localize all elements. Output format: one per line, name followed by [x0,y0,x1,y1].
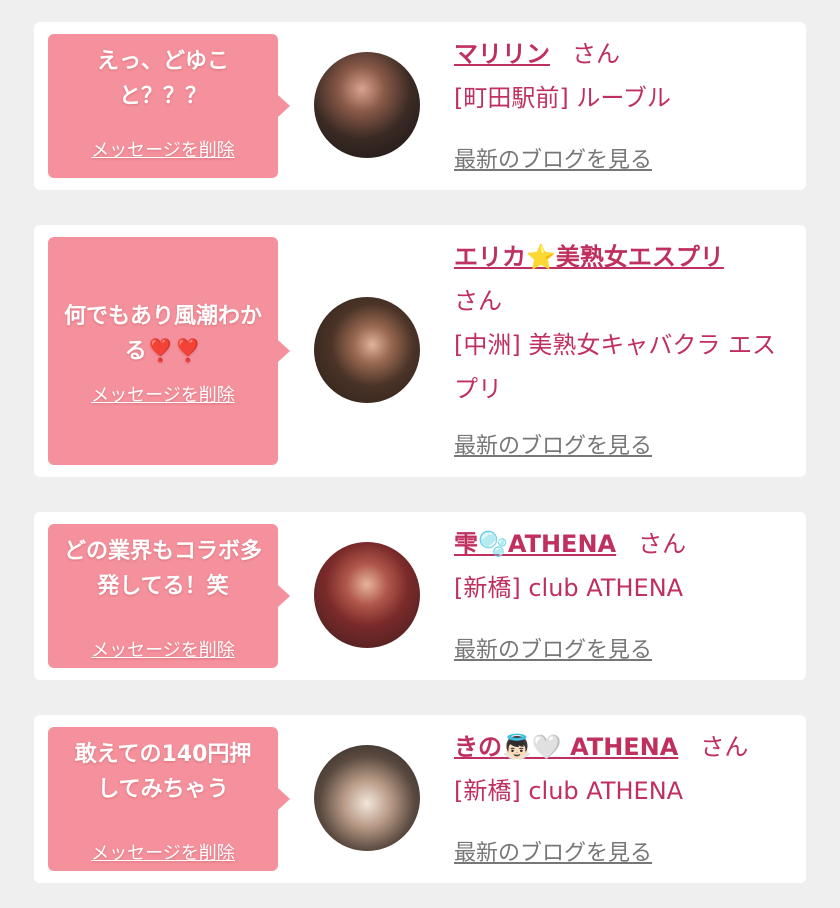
cast-name-link[interactable]: 雫🫧ATHENA [454,530,616,558]
name-line: 雫🫧ATHENA さん [454,522,790,566]
message-card: 敢えての140円押してみちゃう メッセージを削除 きの👼🏻🤍 ATHENA さん … [34,715,806,883]
honorific: さん [572,40,620,68]
name-line: マリリン さん [454,32,790,76]
shop-name: [町田駅前] ルーブル [454,84,671,112]
message-bubble: 敢えての140円押してみちゃう メッセージを削除 [48,727,290,871]
message-card: どの業界もコラボ多発してる！笑 メッセージを削除 雫🫧ATHENA さん [新橋]… [34,512,806,680]
cast-name-link[interactable]: きの👼🏻🤍 ATHENA [454,733,678,761]
shop-name: [中洲] 美熟女キャバクラ エスプリ [454,331,776,403]
avatar[interactable] [314,542,420,648]
blog-link[interactable]: 最新のブログを見る [454,428,652,460]
message-text: えっ、どゆこと？？？ [96,49,229,109]
delete-message-link[interactable]: メッセージを削除 [48,636,278,662]
message-bubble: どの業界もコラボ多発してる！笑 メッセージを削除 [48,524,290,668]
message-card: えっ、どゆこと？？？ メッセージを削除 マリリン さん [町田駅前] ルーブル 最… [34,22,806,190]
shop-name: [新橋] club ATHENA [454,777,684,805]
cast-info: 雫🫧ATHENA さん [新橋] club ATHENA [454,522,790,610]
message-text: 何でもあり風潮わかる❣️❣️ [63,304,262,364]
blog-link[interactable]: 最新のブログを見る [454,142,652,174]
name-line: きの👼🏻🤍 ATHENA さん [454,725,790,769]
cast-info: マリリン さん [町田駅前] ルーブル [454,32,790,120]
cast-name-link[interactable]: マリリン [454,40,550,68]
cast-name-link[interactable]: エリカ⭐美熟女エスプリ [454,243,724,271]
name-line: エリカ⭐美熟女エスプリ さん [454,235,790,323]
delete-message-link[interactable]: メッセージを削除 [48,136,278,162]
message-bubble: えっ、どゆこと？？？ メッセージを削除 [48,34,290,178]
shop-name: [新橋] club ATHENA [454,574,684,602]
delete-message-link[interactable]: メッセージを削除 [48,381,278,407]
honorific: さん [700,733,749,761]
message-text: どの業界もコラボ多発してる！笑 [63,539,262,599]
honorific: さん [454,287,502,315]
delete-message-link[interactable]: メッセージを削除 [48,839,278,865]
avatar[interactable] [314,52,420,158]
cast-info: きの👼🏻🤍 ATHENA さん [新橋] club ATHENA [454,725,790,813]
blog-link[interactable]: 最新のブログを見る [454,835,652,867]
avatar[interactable] [314,745,420,851]
cast-info: エリカ⭐美熟女エスプリ さん [中洲] 美熟女キャバクラ エスプリ [454,235,790,411]
message-bubble: 何でもあり風潮わかる❣️❣️ メッセージを削除 [48,237,290,465]
message-card: 何でもあり風潮わかる❣️❣️ メッセージを削除 エリカ⭐美熟女エスプリ さん [中… [34,225,806,477]
avatar[interactable] [314,297,420,403]
message-text: 敢えての140円押してみちゃう [74,742,252,802]
blog-link[interactable]: 最新のブログを見る [454,632,652,664]
honorific: さん [638,530,687,558]
